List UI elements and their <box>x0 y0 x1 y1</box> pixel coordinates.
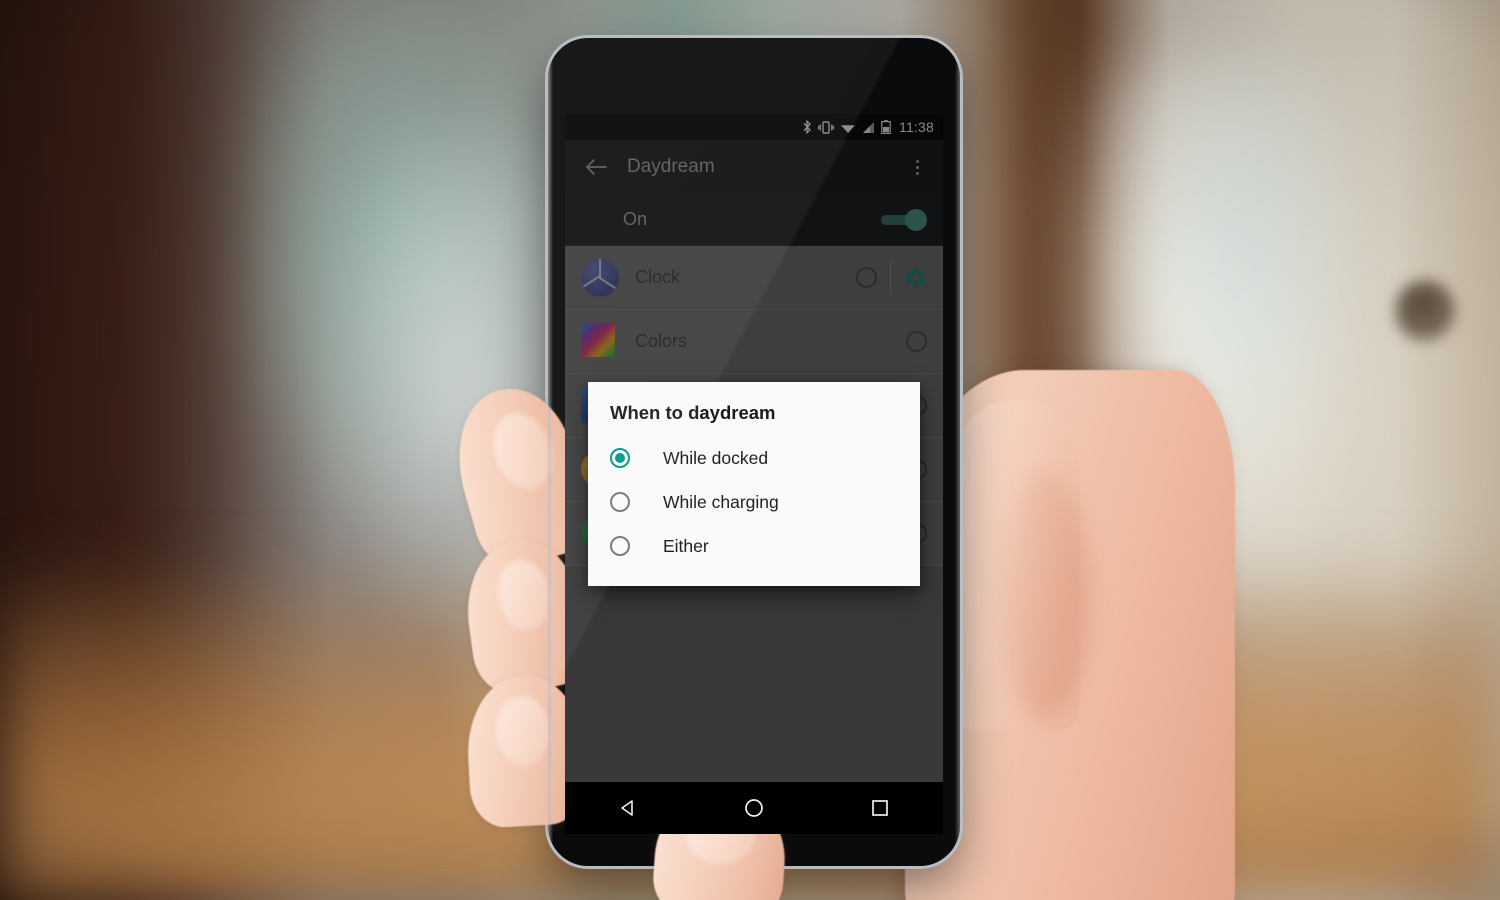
dialog-option-label: Either <box>663 535 709 556</box>
recents-square-icon[interactable] <box>850 799 910 817</box>
dialog-option-either[interactable]: Either <box>588 524 920 568</box>
back-triangle-icon[interactable] <box>598 798 658 818</box>
dialog-option-while-charging[interactable]: While charging <box>588 480 920 524</box>
android-navigation-bar <box>565 782 943 834</box>
radio-button[interactable] <box>610 536 630 556</box>
dialog-option-label: While docked <box>663 447 769 468</box>
dialog-title: When to daydream <box>610 402 776 423</box>
when-to-daydream-dialog: When to daydream While docked While char… <box>588 382 920 586</box>
phone-screen: 11:38 Daydream On Clock Colors When to d… <box>565 114 943 782</box>
dialog-option-while-docked[interactable]: While docked <box>588 436 920 480</box>
radio-button[interactable] <box>610 492 630 512</box>
hand-thumb-shading <box>1000 470 1090 720</box>
phone-bezel-left <box>548 38 553 866</box>
scene-photo: 11:38 Daydream On Clock Colors When to d… <box>0 0 1500 900</box>
phone-device: 11:38 Daydream On Clock Colors When to d… <box>548 38 960 866</box>
phone-bezel-right <box>955 38 960 866</box>
home-circle-icon[interactable] <box>724 797 784 819</box>
radio-button-selected[interactable] <box>610 448 630 468</box>
dialog-option-label: While charging <box>663 491 779 512</box>
